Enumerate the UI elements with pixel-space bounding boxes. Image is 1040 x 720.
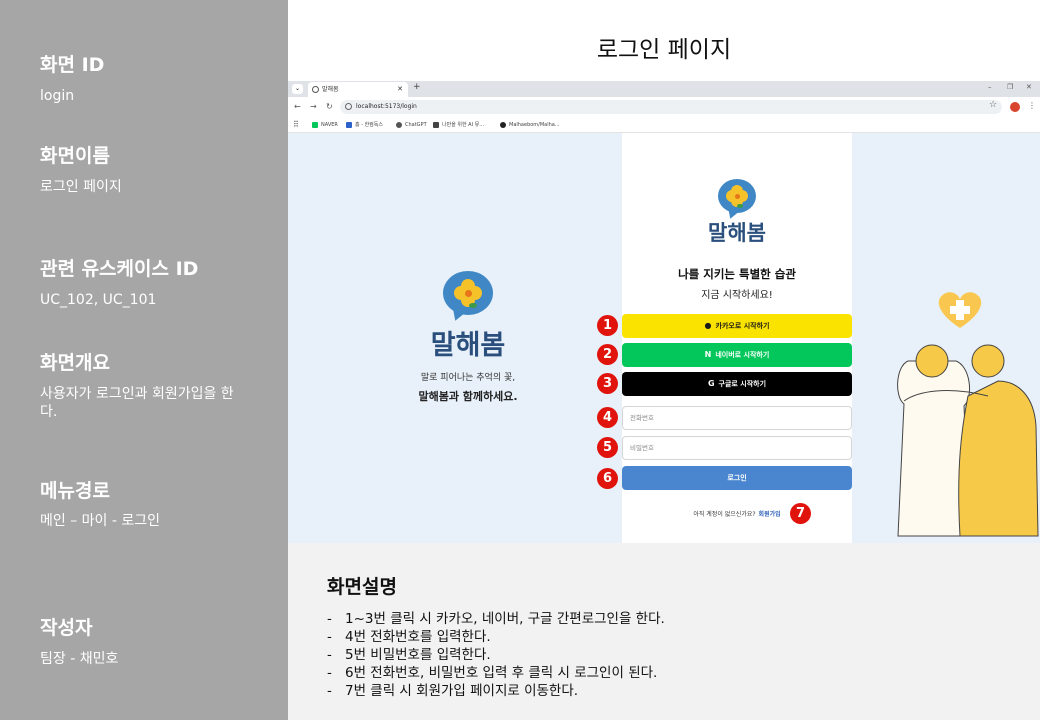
brand-name: 말해봄 xyxy=(430,330,506,361)
marker-2: 2 xyxy=(597,344,618,365)
kakao-label: 카카오로 시작하기 xyxy=(715,322,770,330)
login-button[interactable]: 로그인 xyxy=(622,466,852,490)
author-value: 팀장 - 채민호 xyxy=(40,651,119,667)
brand-tagline-1: 말로 피어나는 추억의 꽃, xyxy=(420,373,516,383)
apps-grid-icon[interactable]: ⠿ xyxy=(293,120,299,129)
screen-id-label: 화면 ID xyxy=(40,54,105,76)
google-g-icon: G xyxy=(707,379,715,388)
bookmarks-bar: ⠿ NAVER 홈 - 한컴독스 ChatGPT 나만을 위한 AI 뮤... … xyxy=(288,117,1040,133)
bookmark-item[interactable]: 홈 - 한컴독스 xyxy=(346,120,383,130)
author-label: 작성자 xyxy=(40,617,93,639)
bookmark-item[interactable]: 나만을 위한 AI 뮤... xyxy=(433,120,484,130)
bookmark-item[interactable]: NAVER xyxy=(312,120,338,130)
brand-tagline-2: 말해봄과 함께하세요. xyxy=(418,390,518,403)
login-panel: 말해봄 나를 지키는 특별한 습관 지금 시작하세요! ● 카카오로 시작하기 N… xyxy=(622,133,852,543)
google-label: 구글로 시작하기 xyxy=(718,380,767,388)
marker-5: 5 xyxy=(597,437,618,458)
bookmark-item[interactable]: ChatGPT xyxy=(396,120,427,130)
avatar[interactable] xyxy=(1010,102,1020,112)
new-tab-button[interactable]: + xyxy=(413,82,421,92)
heart-plus-icon xyxy=(938,292,982,328)
overview-label: 화면개요 xyxy=(40,352,110,374)
sidebar: 화면 ID login 화면이름 로그인 페이지 관련 유스케이스 ID UC_… xyxy=(0,0,288,720)
close-icon[interactable]: ✕ xyxy=(397,82,403,97)
left-brand-block: 말해봄 말로 피어나는 추억의 꽃, 말해봄과 함께하세요. xyxy=(398,271,538,404)
list-item: -6번 전화번호, 비밀번호 입력 후 클릭 시 로그인이 된다. xyxy=(327,665,658,681)
description-panel: 화면설명 -1~3번 클릭 시 카카오, 네이버, 구글 간편로그인을 한다. … xyxy=(288,543,1040,720)
panel-subheadline: 지금 시작하세요! xyxy=(701,290,773,301)
naver-n-icon: N xyxy=(704,350,712,359)
tab-title: 말해봄 xyxy=(322,86,339,93)
tab-bar: ⌄ 말해봄 ✕ + – ❐ ✕ xyxy=(288,81,1040,97)
address-bar-row: ← → ↻ localhost:5173/login xyxy=(288,97,1040,117)
kakao-login-button[interactable]: ● 카카오로 시작하기 xyxy=(622,314,852,338)
couple-illustration xyxy=(897,292,1039,537)
reload-icon[interactable]: ↻ xyxy=(326,102,333,111)
back-icon[interactable]: ← xyxy=(294,102,301,111)
page-title: 로그인 페이지 xyxy=(596,37,732,63)
list-item: -5번 비밀번호를 입력한다. xyxy=(327,647,491,663)
bookmark-star-icon[interactable]: ☆ xyxy=(989,100,997,110)
panel-brand-name: 말해봄 xyxy=(708,221,766,245)
minimize-button[interactable]: – xyxy=(988,83,992,91)
list-item: -7번 클릭 시 회원가입 페이지로 이동한다. xyxy=(327,683,579,699)
main-area: 로그인 페이지 ⌄ 말해봄 ✕ + – ❐ ✕ ← → ↻ localhost:… xyxy=(288,0,1040,720)
screen-name-value: 로그인 페이지 xyxy=(40,179,122,195)
signup-row: 아직 계정이 없으신가요? 회원가입 xyxy=(622,509,852,518)
menu-path-label: 메뉴경로 xyxy=(40,480,110,502)
browser-tab[interactable]: 말해봄 ✕ xyxy=(308,82,408,97)
naver-login-button[interactable]: N 네이버로 시작하기 xyxy=(622,343,852,367)
usecase-value: UC_102, UC_101 xyxy=(40,292,157,308)
usecase-label: 관련 유스케이스 ID xyxy=(40,258,199,280)
marker-7: 7 xyxy=(790,503,811,524)
browser-screenshot: ⌄ 말해봄 ✕ + – ❐ ✕ ← → ↻ localhost:5173/log… xyxy=(288,81,1040,543)
speech-bubble-icon: ● xyxy=(704,321,712,330)
marker-3: 3 xyxy=(597,373,618,394)
list-item: -1~3번 클릭 시 카카오, 네이버, 구글 간편로그인을 한다. xyxy=(327,611,665,627)
google-login-button[interactable]: G 구글로 시작하기 xyxy=(622,372,852,396)
menu-path-value: 메인 – 마이 - 로그인 xyxy=(40,513,161,529)
marker-4: 4 xyxy=(597,407,618,428)
restore-button[interactable]: ❐ xyxy=(1007,83,1013,91)
naver-label: 네이버로 시작하기 xyxy=(715,351,770,359)
tab-search-button[interactable]: ⌄ xyxy=(292,84,303,94)
url-text: localhost:5173/login xyxy=(356,103,417,110)
marker-1: 1 xyxy=(597,315,618,336)
description-list: -1~3번 클릭 시 카카오, 네이버, 구글 간편로그인을 한다. -4번 전… xyxy=(327,610,665,700)
window-close-button[interactable]: ✕ xyxy=(1026,83,1032,91)
panel-headline: 나를 지키는 특별한 습관 xyxy=(678,267,796,281)
list-item: -4번 전화번호를 입력한다. xyxy=(327,629,491,645)
logo-icon xyxy=(718,179,756,213)
screen-name-label: 화면이름 xyxy=(40,145,110,167)
forward-icon[interactable]: → xyxy=(310,102,317,111)
no-account-text: 아직 계정이 없으신가요? xyxy=(693,511,756,518)
marker-6: 6 xyxy=(597,468,618,489)
phone-input[interactable]: 전화번호 xyxy=(622,406,852,430)
bookmark-item[interactable]: Malhaebom/Malha... xyxy=(500,120,560,130)
more-menu-icon[interactable]: ⋮ xyxy=(1028,101,1036,110)
site-info-icon[interactable] xyxy=(345,103,352,110)
password-input[interactable]: 비밀번호 xyxy=(622,436,852,460)
url-field[interactable]: localhost:5173/login xyxy=(340,100,1002,114)
screen-id-value: login xyxy=(40,88,75,104)
logo-icon xyxy=(443,271,493,315)
overview-value: 사용자가 로그인과 회원가입을 한다. xyxy=(40,386,234,420)
signup-link[interactable]: 회원가입 xyxy=(759,511,781,518)
globe-icon xyxy=(312,86,319,93)
description-title: 화면설명 xyxy=(327,576,397,598)
